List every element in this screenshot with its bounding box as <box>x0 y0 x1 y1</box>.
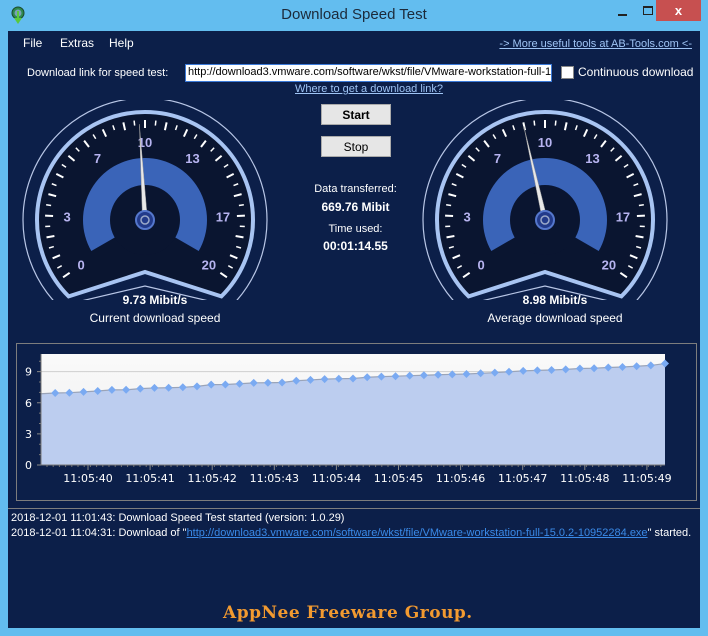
chart-x-tick-label: 11:05:40 <box>63 472 112 485</box>
chart-x-tick-label: 11:05:41 <box>125 472 174 485</box>
chart-x-tick-label: 11:05:43 <box>250 472 299 485</box>
chart-x-tick-label: 11:05:44 <box>312 472 361 485</box>
chart-x-tick-label: 11:05:42 <box>187 472 236 485</box>
chart-x-tick-label: 11:05:48 <box>560 472 609 485</box>
time-used-value: 00:01:14.55 <box>323 239 388 253</box>
gauge-label: 0 <box>477 258 484 273</box>
menu-bar: File Extras Help -> More useful tools at… <box>8 31 700 55</box>
log-line: 2018-12-01 11:01:43: Download Speed Test… <box>11 512 345 524</box>
gauge-dial: 03710131720 <box>22 97 268 307</box>
gauge-dial: 0 3 7 10 13 17 20 <box>422 97 668 307</box>
minimize-icon <box>617 13 627 16</box>
window-title: Download Speed Test <box>281 6 427 23</box>
gauge-label: 20 <box>202 258 216 273</box>
watermark: AppNee Freeware Group. <box>223 603 473 623</box>
chart-y-tick-label: 3 <box>25 428 32 441</box>
gauge-tick <box>446 204 452 207</box>
gauge-tick <box>235 234 244 239</box>
where-to-get-link[interactable]: Where to get a download link? <box>295 83 443 95</box>
gauge-tick <box>554 120 557 126</box>
gauge-label: 7 <box>494 151 501 166</box>
gauge-label: 7 <box>94 151 101 166</box>
gauge-label: 3 <box>63 210 70 225</box>
time-used-label: Time used: <box>328 223 383 235</box>
gauge-label: 13 <box>585 151 599 166</box>
gauge-tick <box>46 204 52 207</box>
download-url-input[interactable]: http://download3.vmware.com/software/wks… <box>185 64 552 82</box>
gauge-label: 17 <box>216 210 230 225</box>
menu-file[interactable]: File <box>23 36 42 50</box>
title-bar: Download Speed Test x <box>0 0 708 31</box>
speed-chart-plot: 0 3 6 9 11:05:40 11:05:41 11:05:42 11:05:43 11:0… <box>25 354 672 485</box>
log-line-prefix: 2018-12-01 11:04:31: Download of " <box>11 527 187 539</box>
main-window: File Extras Help -> More useful tools at… <box>8 31 700 628</box>
gauge-tick <box>238 204 244 207</box>
average-speed-gauge: 0 3 7 10 13 17 20 8.98 Mibit/s Average downloa… <box>420 97 690 330</box>
gauge-tick <box>133 120 136 126</box>
gauge-tick <box>446 234 455 239</box>
gauge-tick <box>154 120 157 126</box>
gauge-tick <box>46 234 55 239</box>
stop-button[interactable]: Stop <box>321 136 391 157</box>
start-button[interactable]: Start <box>321 104 391 125</box>
minimize-button[interactable] <box>609 0 635 21</box>
chart-y-tick-label: 9 <box>25 366 32 379</box>
chart-x-tick-label: 11:05:49 <box>622 472 671 485</box>
ab-tools-link[interactable]: -> More useful tools at AB-Tools.com <- <box>499 38 692 50</box>
data-transferred-value: 669.76 Mibit <box>321 200 390 214</box>
continuous-download-label[interactable]: Continuous download <box>578 65 693 79</box>
chart-x-tick-label: 11:05:47 <box>498 472 547 485</box>
gauge-tick <box>638 204 644 207</box>
menu-extras[interactable]: Extras <box>60 36 94 50</box>
gauge-label: 3 <box>463 210 470 225</box>
chart-y-tick-label: 0 <box>25 459 32 472</box>
gauge-label: 10 <box>538 135 552 150</box>
average-speed-caption: Average download speed <box>487 311 623 325</box>
gauge-hub <box>535 210 555 230</box>
maximize-icon <box>643 6 653 15</box>
gauge-label: 13 <box>185 151 199 166</box>
current-speed-value: 9.73 Mibit/s <box>122 293 188 307</box>
gauge-label: 0 <box>77 258 84 273</box>
gauge-label: 20 <box>602 258 616 273</box>
speed-chart: 0 3 6 9 11:05:40 11:05:41 11:05:42 11:05:43 11:0… <box>16 343 697 501</box>
log-download-link[interactable]: http://download3.vmware.com/software/wks… <box>187 527 648 539</box>
menu-help[interactable]: Help <box>109 36 134 50</box>
average-speed-value: 8.98 Mibit/s <box>522 293 588 307</box>
data-transferred-label: Data transferred: <box>314 183 397 195</box>
close-icon: x <box>674 3 683 18</box>
log-line: 2018-12-01 11:04:31: Download of "http:/… <box>11 527 691 539</box>
gauge-tick <box>533 120 536 126</box>
continuous-download-checkbox[interactable] <box>561 66 574 79</box>
current-speed-caption: Current download speed <box>89 311 221 325</box>
log-line-suffix: " started. <box>647 527 692 539</box>
close-button[interactable]: x <box>656 0 701 21</box>
gauge-hub <box>135 210 155 230</box>
chart-x-tick-label: 11:05:45 <box>374 472 423 485</box>
current-speed-gauge: 0 3 7 10 13 17 20 9.73 Mibit/s Current downloa… <box>20 97 290 330</box>
chart-x-tick-label: 11:05:46 <box>436 472 485 485</box>
chart-y-tick-label: 6 <box>25 397 32 410</box>
gauge-tick <box>635 234 644 239</box>
gauge-label: 17 <box>616 210 630 225</box>
url-label: Download link for speed test: <box>27 67 169 79</box>
